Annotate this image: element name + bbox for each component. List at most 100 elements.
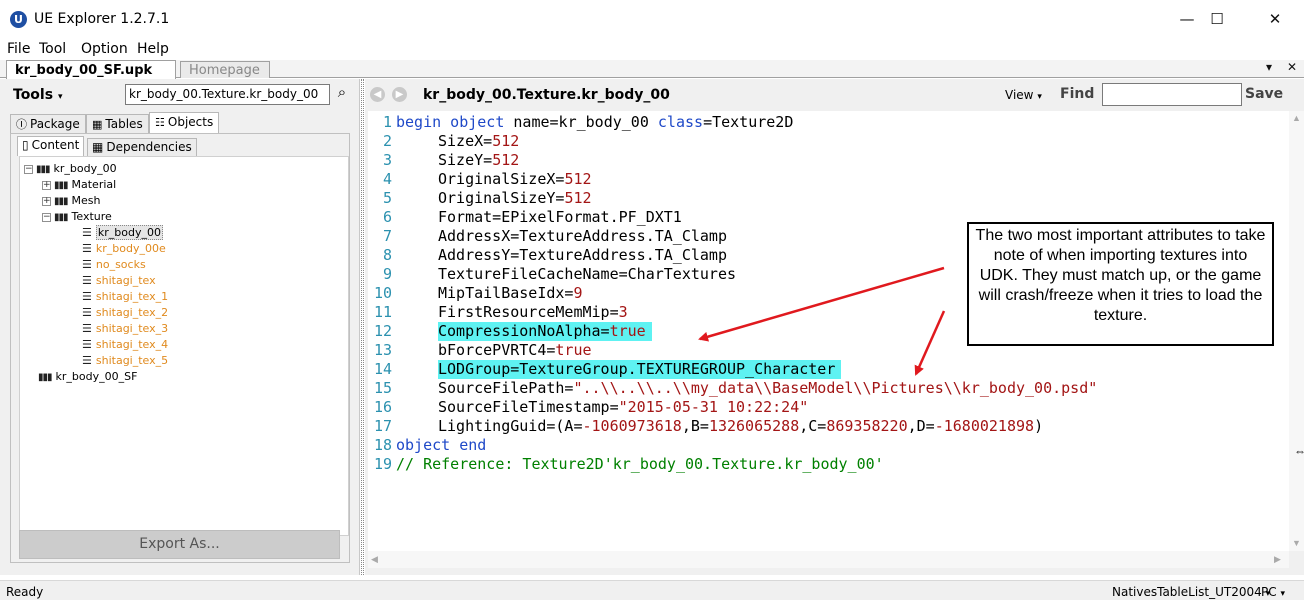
tree-node-texture-item[interactable]: ☰ shitagi_tex_1 xyxy=(82,289,168,305)
package-icon: ▮▮▮ xyxy=(36,164,50,175)
tree-node-texture-item[interactable]: ☰ shitagi_tex_5 xyxy=(82,353,168,369)
object-path-input[interactable]: kr_body_00.Texture.kr_body_00 xyxy=(125,84,330,105)
save-button[interactable]: Save xyxy=(1245,86,1283,102)
tree-node-texture-item[interactable]: ☰ no_socks xyxy=(82,257,146,273)
left-panel: Tools ▾ kr_body_00.Texture.kr_body_00 ⌕ … xyxy=(0,79,360,575)
tab-package[interactable]: Ⓘ Package xyxy=(10,114,86,133)
find-label: Find xyxy=(1060,86,1095,102)
tree-node-texture-item[interactable]: ☰ shitagi_tex_3 xyxy=(82,321,168,337)
code-text: OriginalSizeY= xyxy=(438,189,565,207)
code-text: CompressionNoAlpha= xyxy=(438,322,610,340)
line-number: 13 xyxy=(373,341,392,359)
view-dropdown[interactable]: View ▾ xyxy=(1005,88,1042,102)
horizontal-scrollbar[interactable]: ◀ ▶ xyxy=(368,551,1289,568)
tools-dropdown[interactable]: Tools ▾ xyxy=(13,87,62,103)
menu-option[interactable]: Option xyxy=(81,41,128,58)
line-number: 5 xyxy=(382,189,392,207)
line-number: 7 xyxy=(382,227,392,245)
code-string: "..\\..\\..\\my_data\\BaseModel\\Picture… xyxy=(573,379,1098,397)
close-button[interactable]: ✕ xyxy=(1252,0,1298,38)
package-icon: ▮▮▮ xyxy=(54,180,68,191)
tree-node-label: shitagi_tex_1 xyxy=(95,290,169,303)
tab-package-label: Package xyxy=(30,117,80,131)
line-number: 9 xyxy=(382,265,392,283)
tab-content-label: Content xyxy=(31,138,80,152)
scroll-right-icon[interactable]: ▶ xyxy=(1274,554,1281,565)
code-text: LODGroup=TextureGroup.TEXTUREGROUP_Chara… xyxy=(438,360,842,379)
scroll-down-icon[interactable]: ▼ xyxy=(1292,538,1301,548)
line-number: 11 xyxy=(373,303,392,321)
menu-file[interactable]: File xyxy=(7,41,30,58)
tree-node-root[interactable]: − ▮▮▮ kr_body_00 xyxy=(24,161,117,177)
menu-help[interactable]: Help xyxy=(137,41,169,58)
code-text: name=kr_body_00 xyxy=(504,113,658,131)
texture-icon: ☰ xyxy=(82,242,92,255)
tree-node-label: shitagi_tex_5 xyxy=(95,354,169,367)
app-logo-icon: U xyxy=(10,11,27,28)
tree-node-texture[interactable]: − ▮▮▮ Texture xyxy=(42,209,112,225)
tree-node-texture-item[interactable]: ☰ kr_body_00e xyxy=(82,241,166,257)
collapse-icon[interactable]: − xyxy=(42,212,51,222)
code-text: SizeX= xyxy=(438,132,493,150)
tab-homepage[interactable]: Homepage xyxy=(180,61,270,78)
export-as-button[interactable]: Export As... xyxy=(19,530,340,559)
tree-node-label: kr_body_00 xyxy=(53,162,117,175)
table-list-select[interactable]: NativesTableList_UT2004 ▾ xyxy=(1112,585,1270,599)
search-icon[interactable]: ⌕ xyxy=(333,85,351,103)
line-number: 15 xyxy=(373,379,392,397)
code-text: LightingGuid=(A= xyxy=(438,417,583,435)
tab-kr-body-upk[interactable]: kr_body_00_SF.upk xyxy=(6,60,176,79)
texture-icon: ☰ xyxy=(82,226,92,239)
texture-icon: ☰ xyxy=(82,258,92,271)
collapse-icon[interactable]: − xyxy=(24,164,33,174)
find-input[interactable] xyxy=(1102,83,1242,106)
window-title: UE Explorer 1.2.7.1 xyxy=(34,11,170,27)
code-value: 512 xyxy=(492,151,520,169)
scroll-left-icon[interactable]: ◀ xyxy=(371,554,378,565)
code-text: MipTailBaseIdx= xyxy=(438,284,574,302)
back-icon[interactable]: ◀ xyxy=(370,87,385,102)
tab-dropdown-icon[interactable]: ▾ xyxy=(1266,60,1272,74)
tree-node-second-root[interactable]: ▮▮▮ kr_body_00_SF xyxy=(38,369,137,385)
tab-objects[interactable]: ☷ Objects xyxy=(149,112,220,133)
scroll-up-icon[interactable]: ▲ xyxy=(1292,113,1301,123)
tree-node-label: kr_body_00_SF xyxy=(55,370,138,383)
code-text: SourceFileTimestamp= xyxy=(438,398,619,416)
platform-select[interactable]: PC ▾ xyxy=(1261,585,1285,599)
code-string: "2015-05-31 10:22:24" xyxy=(618,398,809,416)
code-value: true xyxy=(609,322,646,340)
code-text: SourceFilePath= xyxy=(438,379,574,397)
code-text: Format=EPixelFormat.PF_DXT1 xyxy=(438,208,682,226)
menu-tool[interactable]: Tool xyxy=(39,41,66,58)
maximize-button[interactable]: ☐ xyxy=(1194,0,1240,38)
panel-splitter[interactable] xyxy=(361,79,364,575)
code-text: AddressY=TextureAddress.TA_Clamp xyxy=(438,246,727,264)
tab-tables[interactable]: ▦ Tables xyxy=(86,114,149,133)
tab-dependencies-label: Dependencies xyxy=(106,140,192,154)
tab-dependencies[interactable]: ▦ Dependencies xyxy=(87,138,197,156)
tab-objects-label: Objects xyxy=(167,115,214,129)
tree-node-label: shitagi_tex_3 xyxy=(95,322,169,335)
tree-node-texture-item[interactable]: ☰ shitagi_tex xyxy=(82,273,156,289)
dependencies-icon: ▦ xyxy=(92,140,104,154)
tab-content[interactable]: ▯ Content xyxy=(17,136,85,156)
tab-close-icon[interactable]: ✕ xyxy=(1287,60,1297,74)
vertical-scrollbar[interactable]: ▲ ▼ xyxy=(1289,111,1304,551)
tree-node-label: Texture xyxy=(71,210,112,223)
line-number: 14 xyxy=(373,360,392,378)
tree-node-texture-item[interactable]: ☰ kr_body_00 xyxy=(82,225,163,241)
tree-node-label: no_socks xyxy=(95,258,146,271)
texture-icon: ☰ xyxy=(82,322,92,335)
annotation-callout: The two most important attributes to tak… xyxy=(967,222,1274,346)
code-text: =Texture2D xyxy=(703,113,794,131)
tree-node-material[interactable]: + ▮▮▮ Material xyxy=(42,177,116,193)
resize-cursor-icon: ⇔ xyxy=(1294,444,1304,458)
tree-node-texture-item[interactable]: ☰ shitagi_tex_2 xyxy=(82,305,168,321)
forward-icon[interactable]: ▶ xyxy=(392,87,407,102)
package-icon: ▮▮▮ xyxy=(54,212,68,223)
expand-icon[interactable]: + xyxy=(42,180,51,190)
tree-node-texture-item[interactable]: ☰ shitagi_tex_4 xyxy=(82,337,168,353)
code-text: ,C= xyxy=(799,417,827,435)
expand-icon[interactable]: + xyxy=(42,196,51,206)
tree-node-mesh[interactable]: + ▮▮▮ Mesh xyxy=(42,193,100,209)
